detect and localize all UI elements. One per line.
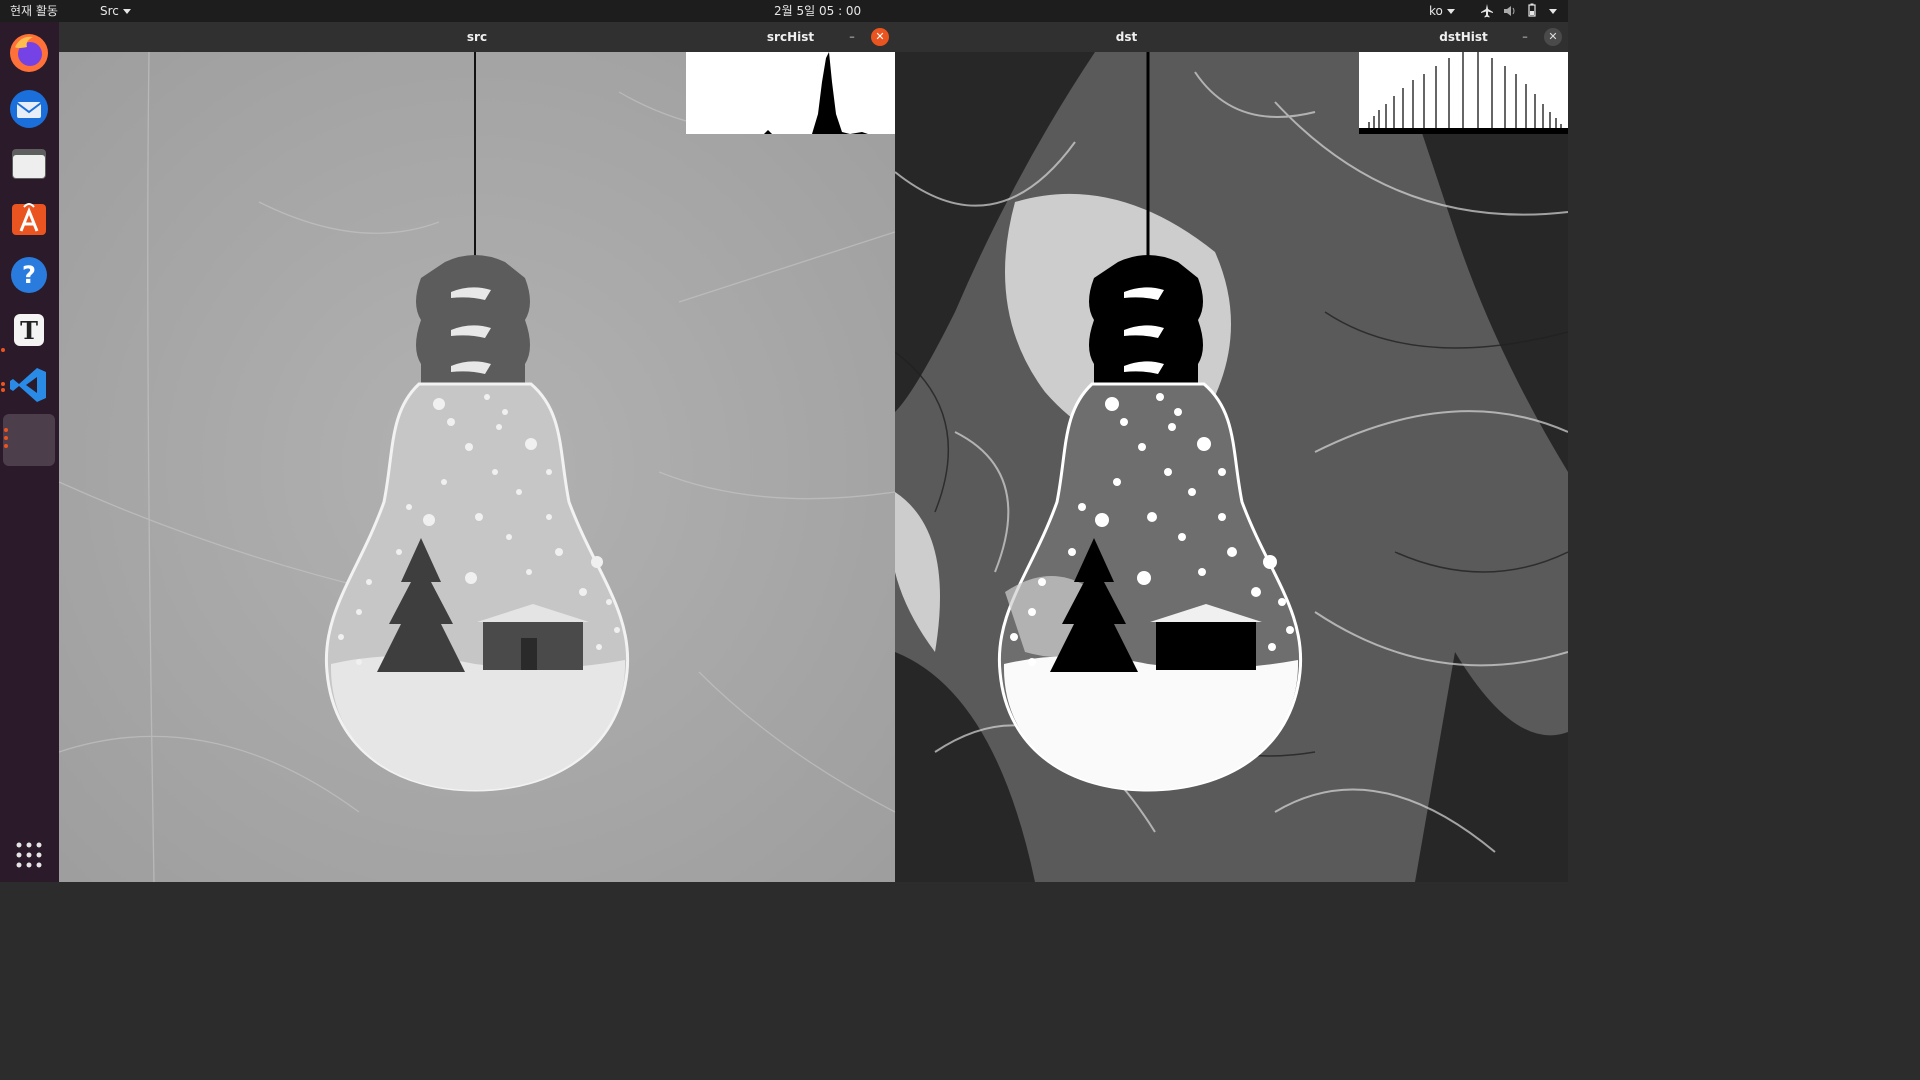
folder-icon [12,149,46,179]
close-button[interactable]: ✕ [1544,28,1562,46]
dsthist-plot [1359,52,1568,134]
help-glyph: ? [22,261,36,289]
bulb-socket [416,255,530,384]
running-indicator [1,348,5,352]
help-icon: ? [11,257,47,293]
running-indicator [1,388,5,392]
chevron-down-icon [1549,9,1557,14]
top-bar: 현재 활동 Src 2월 5일 05 : 00 ko [0,0,1568,22]
minimize-button[interactable]: – [843,28,861,46]
dock-item-thunderbird[interactable] [3,83,55,135]
input-language[interactable]: ko [1429,0,1455,22]
volume-icon[interactable] [1503,0,1517,22]
typora-glyph: T [20,316,38,345]
minimize-button[interactable]: – [1516,28,1534,46]
window-title: src [466,30,488,44]
dock-item-typora[interactable]: T [3,304,55,356]
dst-image [895,52,1568,882]
app-menu-label: Src [100,4,119,18]
dsthist-window[interactable]: dstHist – ✕ [1359,22,1568,134]
close-button[interactable]: ✕ [871,28,889,46]
app-window-icon [3,414,55,466]
dock-item-vscode[interactable] [3,359,55,411]
language-label: ko [1429,4,1443,18]
text-editor-icon: T [14,314,44,346]
dock-item-opencv-app[interactable] [3,414,55,466]
srchist-titlebar[interactable]: srcHist [686,22,895,52]
running-indicator [4,428,8,432]
dock-item-help[interactable]: ? [3,249,55,301]
window-title: dstHist [1439,30,1488,44]
running-indicator [1,382,5,386]
firefox-icon [10,34,48,72]
src-window[interactable]: src [59,22,895,882]
chevron-down-icon [122,9,131,14]
srchist-plot [686,52,895,134]
window-title: dst [1115,30,1138,44]
show-apps-button[interactable] [14,840,44,870]
dock-item-software[interactable] [3,193,55,245]
running-indicator [4,436,8,440]
battery-icon[interactable] [1527,0,1537,22]
clock[interactable]: 2월 5일 05 : 00 [774,0,861,22]
airplane-icon[interactable] [1480,0,1494,22]
dock-item-firefox[interactable] [3,27,55,79]
dock-item-files[interactable] [3,138,55,190]
dsthist-titlebar[interactable]: dstHist [1359,22,1568,52]
grid-icon [16,842,42,868]
app-store-icon [12,203,46,235]
system-menu[interactable] [1545,0,1557,22]
window-title: srcHist [766,30,815,44]
running-indicator [4,444,8,448]
dst-window[interactable]: dst [895,22,1568,882]
src-image [59,52,895,882]
mail-icon [10,90,48,128]
dock: ? T [0,22,59,882]
app-menu[interactable]: Src [100,0,131,22]
activities-button[interactable]: 현재 활동 [10,0,58,22]
vscode-icon [10,368,46,402]
srchist-window[interactable]: srcHist – ✕ [686,22,895,134]
chevron-down-icon [1446,9,1455,14]
